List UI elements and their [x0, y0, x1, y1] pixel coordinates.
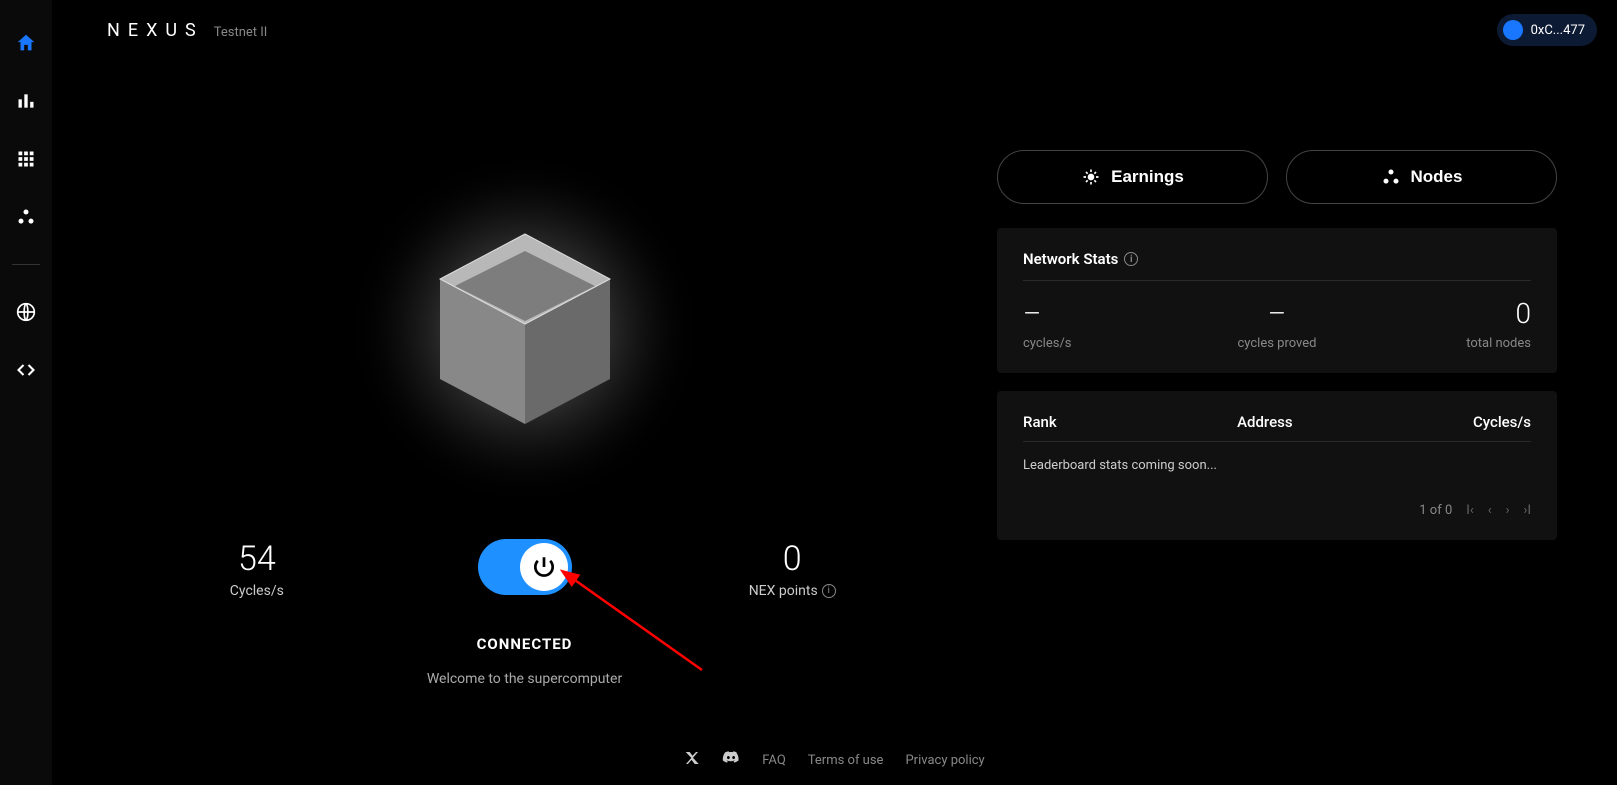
- pagination: 1 of 0 I‹ ‹ › ›I: [1023, 503, 1531, 518]
- points-label: NEX points i: [749, 583, 836, 599]
- nav-code[interactable]: [15, 359, 37, 381]
- info-icon[interactable]: i: [822, 584, 836, 598]
- footer-faq[interactable]: FAQ: [762, 753, 785, 768]
- network-stats-title: Network Stats i: [1023, 250, 1531, 281]
- net-cycles-proved-label: cycles proved: [1192, 336, 1361, 351]
- welcome-text: Welcome to the supercomputer: [427, 671, 622, 687]
- footer-terms[interactable]: Terms of use: [808, 753, 884, 768]
- net-cycles-proved-value: –: [1192, 297, 1361, 330]
- brand-subtitle: Testnet II: [214, 25, 268, 40]
- network-stats-card: Network Stats i – cycles/s – cycles prov…: [997, 228, 1557, 373]
- lb-col-rank: Rank: [1023, 413, 1057, 431]
- wallet-avatar-icon: [1503, 20, 1523, 40]
- tab-nodes[interactable]: Nodes: [1286, 150, 1557, 204]
- power-toggle[interactable]: [478, 539, 572, 595]
- tab-earnings[interactable]: Earnings: [997, 150, 1268, 204]
- info-icon[interactable]: i: [1124, 252, 1138, 266]
- leaderboard-card: Rank Address Cycles/s Leaderboard stats …: [997, 391, 1557, 540]
- sidebar: [0, 0, 52, 785]
- nav-home[interactable]: [15, 32, 37, 54]
- footer: FAQ Terms of use Privacy policy: [52, 735, 1617, 785]
- discord-icon[interactable]: [722, 749, 740, 771]
- net-cycles-s-value: –: [1023, 297, 1192, 330]
- footer-privacy[interactable]: Privacy policy: [905, 753, 984, 768]
- wallet-button[interactable]: 0xC...477: [1497, 14, 1597, 46]
- nav-nodes[interactable]: [15, 206, 37, 228]
- lb-col-address: Address: [1237, 413, 1293, 431]
- page-last-button[interactable]: ›I: [1524, 503, 1531, 518]
- nav-grid[interactable]: [15, 148, 37, 170]
- power-icon: [520, 543, 568, 591]
- page-prev-button[interactable]: ‹: [1488, 503, 1492, 518]
- nodes-icon: [1381, 167, 1401, 187]
- cycles-label: Cycles/s: [230, 583, 284, 599]
- stats-row: 54 Cycles/s CONNECTED Welcome to the sup…: [207, 539, 842, 687]
- nav-stats[interactable]: [15, 90, 37, 112]
- cycles-stat: 54 Cycles/s: [207, 539, 307, 599]
- right-panel: Earnings Nodes Network Stats i – cycles/…: [997, 60, 1617, 735]
- sidebar-divider: [12, 264, 40, 265]
- net-cycles-s-label: cycles/s: [1023, 336, 1192, 351]
- connection-status: CONNECTED: [477, 635, 573, 653]
- wallet-address: 0xC...477: [1531, 23, 1585, 38]
- main: 54 Cycles/s CONNECTED Welcome to the sup…: [52, 60, 1617, 735]
- page-info: 1 of 0: [1419, 503, 1452, 518]
- header: NEXUS Testnet II 0xC...477: [52, 0, 1617, 60]
- net-total-nodes-value: 0: [1362, 297, 1531, 330]
- lb-col-cycles: Cycles/s: [1473, 413, 1531, 431]
- points-stat: 0 NEX points i: [742, 539, 842, 599]
- leaderboard-message: Leaderboard stats coming soon...: [1023, 442, 1531, 503]
- toggle-section: CONNECTED Welcome to the supercomputer: [427, 539, 622, 687]
- page-first-button[interactable]: I‹: [1466, 503, 1473, 518]
- net-total-nodes-label: total nodes: [1362, 336, 1531, 351]
- cycles-value: 54: [238, 539, 276, 579]
- brand: NEXUS Testnet II: [107, 20, 267, 41]
- sparkle-icon: [1081, 167, 1101, 187]
- tab-buttons: Earnings Nodes: [997, 150, 1557, 204]
- page-next-button[interactable]: ›: [1506, 503, 1510, 518]
- cube-icon: [430, 224, 620, 434]
- cube-visual: [345, 149, 705, 509]
- brand-name: NEXUS: [107, 20, 204, 41]
- nav-network[interactable]: [15, 301, 37, 323]
- x-icon[interactable]: [684, 750, 700, 770]
- points-value: 0: [783, 539, 802, 579]
- left-panel: 54 Cycles/s CONNECTED Welcome to the sup…: [52, 60, 997, 735]
